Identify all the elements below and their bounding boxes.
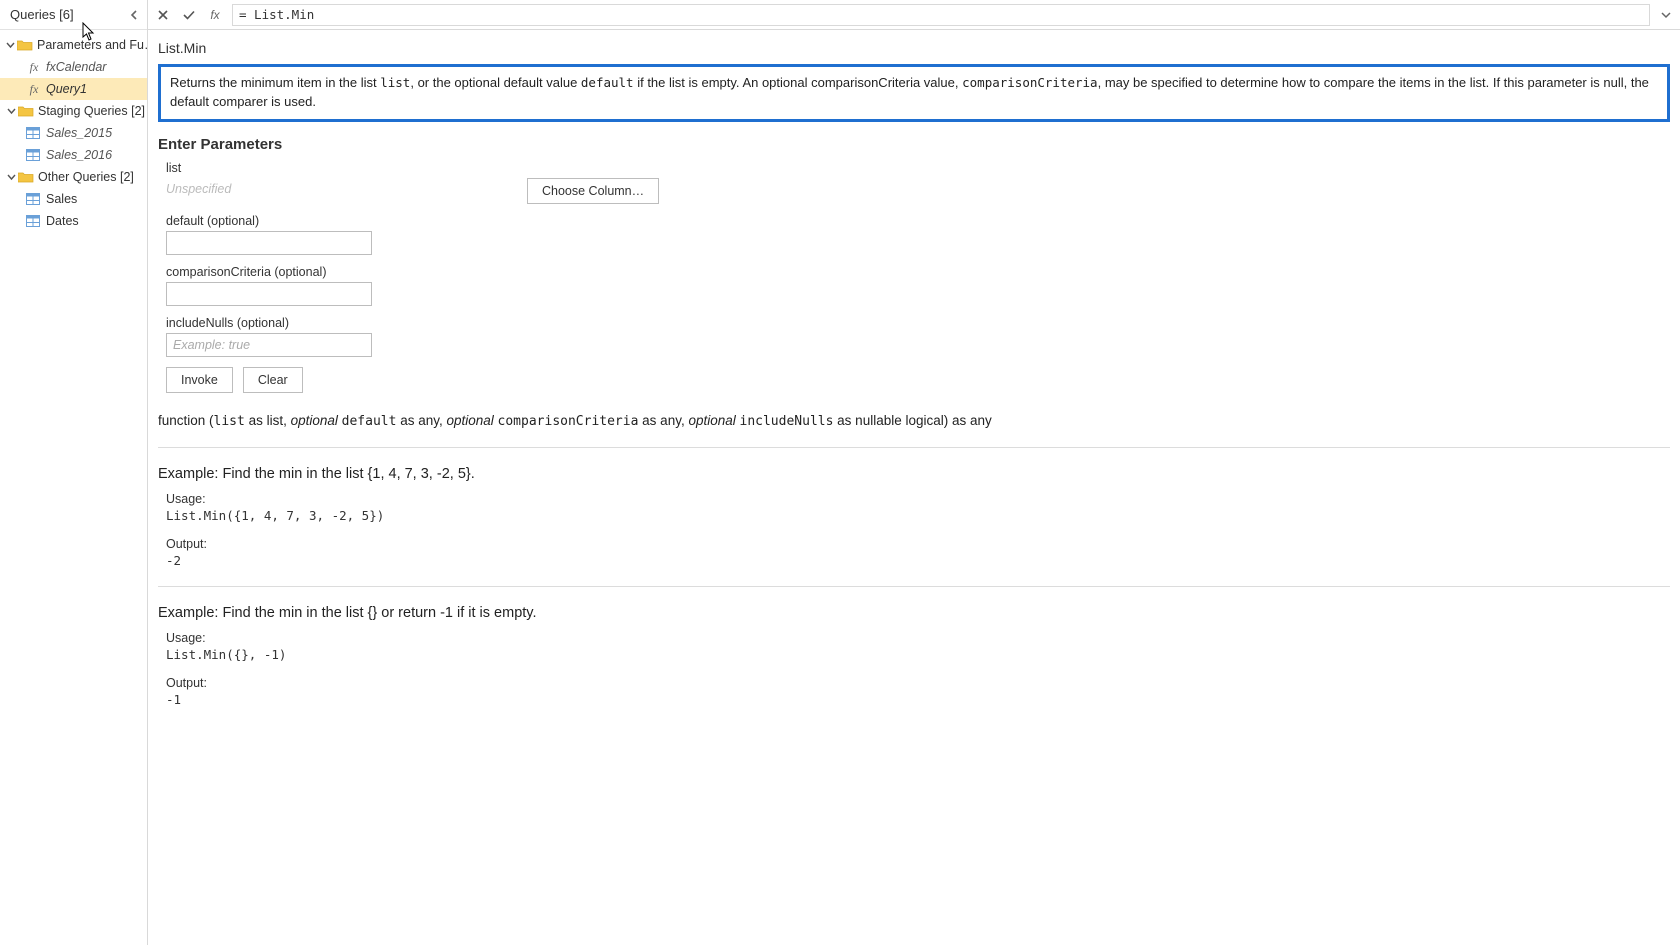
query-item-dates[interactable]: Dates <box>0 210 147 232</box>
example-output-label: Output: <box>158 676 1670 690</box>
query-item-sales2016[interactable]: Sales_2016 <box>0 144 147 166</box>
example-usage-label: Usage: <box>158 492 1670 506</box>
query-item-label: Sales <box>46 192 77 206</box>
table-icon <box>26 215 40 227</box>
sig-keyword: optional <box>291 413 342 428</box>
folder-icon <box>17 38 33 52</box>
expand-toggle-icon[interactable] <box>6 41 15 50</box>
desc-code: comparisonCriteria <box>962 75 1097 90</box>
expand-toggle-icon[interactable] <box>6 173 16 182</box>
function-signature: function (list as list, optional default… <box>158 413 1670 429</box>
example-block: Example: Find the min in the list {1, 4,… <box>158 466 1670 568</box>
fx-icon: fx <box>26 82 42 97</box>
sig-param: default <box>342 414 397 429</box>
sig-keyword: optional <box>688 413 739 428</box>
sig-text: as any, <box>396 413 446 428</box>
sig-param: includeNulls <box>740 414 834 429</box>
query-item-query1[interactable]: fx Query1 <box>0 78 147 100</box>
queries-pane-title: Queries [6] <box>10 7 74 22</box>
sig-text: function ( <box>158 413 214 428</box>
query-group-label: Other Queries [2] <box>38 170 134 184</box>
function-name-heading: List.Min <box>158 36 1670 64</box>
enter-parameters-heading: Enter Parameters <box>158 136 1670 153</box>
example-block: Example: Find the min in the list {} or … <box>158 605 1670 707</box>
example-usage-code: List.Min({}, -1) <box>158 647 1670 662</box>
param-list: list Unspecified Choose Column… <box>158 161 1670 204</box>
param-comparison: comparisonCriteria (optional) <box>158 265 1670 306</box>
desc-text: , or the optional default value <box>410 75 581 90</box>
sig-text: as nullable logical) as any <box>833 413 991 428</box>
query-item-label: Query1 <box>46 82 87 96</box>
sig-text: as list, <box>245 413 291 428</box>
example-output-code: -2 <box>158 553 1670 568</box>
formula-bar: fx <box>148 0 1680 30</box>
param-input-includenulls[interactable] <box>166 333 372 357</box>
example-output-label: Output: <box>158 537 1670 551</box>
queries-collapse-icon[interactable] <box>127 8 141 22</box>
folder-icon <box>18 104 34 118</box>
query-item-label: fxCalendar <box>46 60 106 74</box>
sig-text: as any, <box>638 413 688 428</box>
query-item-label: Sales_2016 <box>46 148 112 162</box>
query-item-sales[interactable]: Sales <box>0 188 147 210</box>
query-group-parameters[interactable]: Parameters and Fu… <box>0 34 147 56</box>
sig-keyword: optional <box>446 413 497 428</box>
sig-param: comparisonCriteria <box>498 414 639 429</box>
folder-icon <box>18 170 34 184</box>
example-usage-label: Usage: <box>158 631 1670 645</box>
fx-icon: fx <box>206 8 224 22</box>
query-item-sales2015[interactable]: Sales_2015 <box>0 122 147 144</box>
formula-commit-icon[interactable] <box>180 6 198 24</box>
query-group-staging[interactable]: Staging Queries [2] <box>0 100 147 122</box>
choose-column-button[interactable]: Choose Column… <box>527 178 659 204</box>
query-item-fxcalendar[interactable]: fx fxCalendar <box>0 56 147 78</box>
formula-expand-icon[interactable] <box>1658 11 1674 19</box>
query-group-label: Staging Queries [2] <box>38 104 145 118</box>
example-title: Example: Find the min in the list {1, 4,… <box>158 466 1670 482</box>
formula-input[interactable] <box>232 4 1650 26</box>
sig-param: list <box>214 414 245 429</box>
clear-button[interactable]: Clear <box>243 367 303 393</box>
divider <box>158 447 1670 448</box>
param-list-placeholder: Unspecified <box>166 180 372 202</box>
desc-code: default <box>581 75 634 90</box>
param-button-row: Invoke Clear <box>158 367 1670 393</box>
table-icon <box>26 193 40 205</box>
desc-code: list <box>380 75 410 90</box>
query-group-other[interactable]: Other Queries [2] <box>0 166 147 188</box>
param-default: default (optional) <box>158 214 1670 255</box>
example-output-code: -1 <box>158 692 1670 707</box>
param-label-default: default (optional) <box>166 214 1670 228</box>
query-group-label: Parameters and Fu… <box>37 38 147 52</box>
function-doc: List.Min Returns the minimum item in the… <box>148 30 1680 945</box>
queries-tree: Parameters and Fu… fx fxCalendar fx Quer… <box>0 30 147 232</box>
param-input-comparison[interactable] <box>166 282 372 306</box>
desc-text: Returns the minimum item in the list <box>170 75 380 90</box>
queries-pane: Queries [6] Parameters and Fu… fx fxCale… <box>0 0 148 945</box>
invoke-button[interactable]: Invoke <box>166 367 233 393</box>
example-title: Example: Find the min in the list {} or … <box>158 605 1670 621</box>
divider <box>158 586 1670 587</box>
param-includenulls: includeNulls (optional) <box>158 316 1670 357</box>
param-label-comparison: comparisonCriteria (optional) <box>166 265 1670 279</box>
expand-toggle-icon[interactable] <box>6 107 16 116</box>
table-icon <box>26 149 40 161</box>
fx-icon: fx <box>26 60 42 75</box>
param-input-default[interactable] <box>166 231 372 255</box>
query-item-label: Dates <box>46 214 79 228</box>
query-item-label: Sales_2015 <box>46 126 112 140</box>
desc-text: if the list is empty. An optional compar… <box>634 75 963 90</box>
work-area: fx List.Min Returns the minimum item in … <box>148 0 1680 945</box>
param-label-includenulls: includeNulls (optional) <box>166 316 1670 330</box>
table-icon <box>26 127 40 139</box>
example-usage-code: List.Min({1, 4, 7, 3, -2, 5}) <box>158 508 1670 523</box>
param-label-list: list <box>166 161 1670 175</box>
formula-cancel-icon[interactable] <box>154 6 172 24</box>
function-description-callout: Returns the minimum item in the list lis… <box>158 64 1670 122</box>
queries-pane-header: Queries [6] <box>0 0 147 30</box>
